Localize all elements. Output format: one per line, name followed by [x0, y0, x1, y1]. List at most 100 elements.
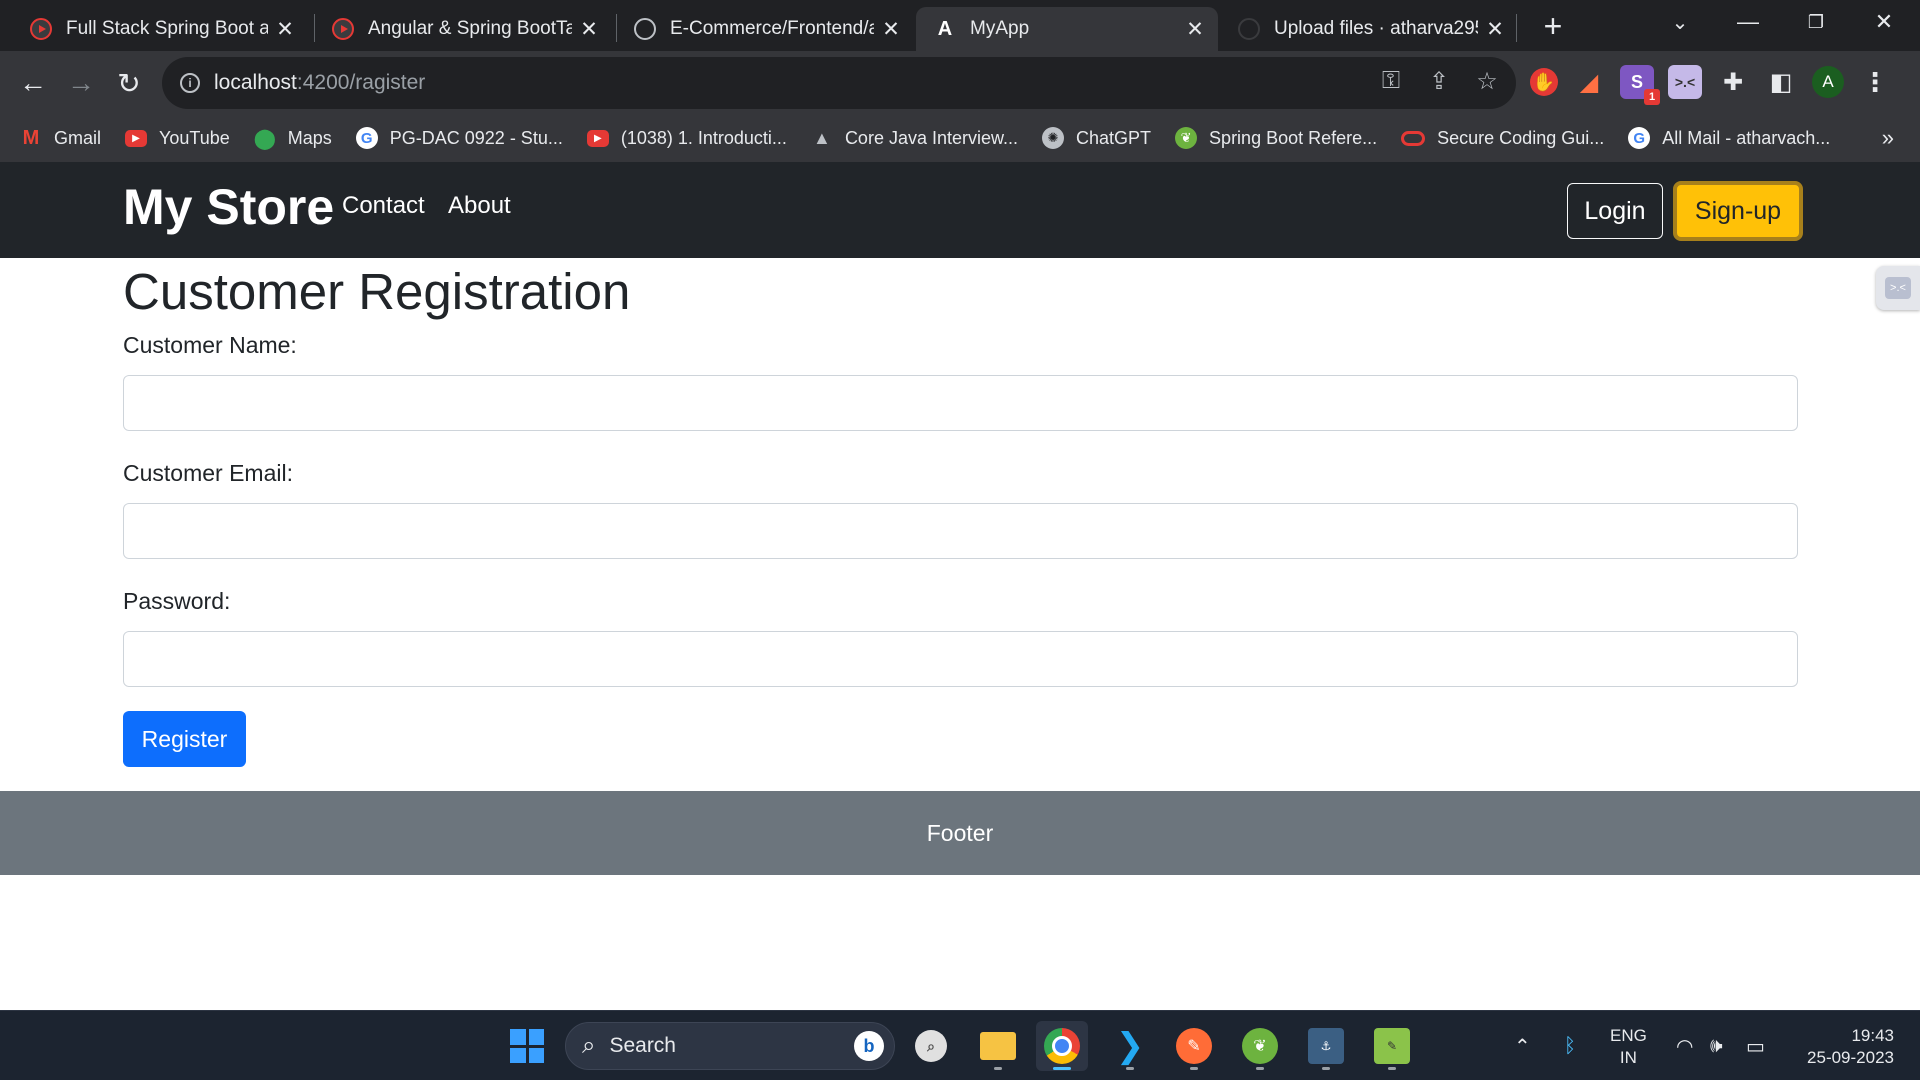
- close-icon[interactable]: ✕: [578, 17, 600, 42]
- running-indicator: [1053, 1067, 1071, 1070]
- window-close-icon[interactable]: ✕: [1852, 0, 1916, 44]
- taskbar-cortana[interactable]: ⌕: [905, 1021, 957, 1071]
- tab-myapp[interactable]: A MyApp ✕: [916, 7, 1218, 51]
- running-indicator: [1256, 1067, 1264, 1070]
- bing-icon[interactable]: b: [854, 1031, 884, 1061]
- tab-title: E-Commerce/Frontend/ap: [670, 18, 874, 39]
- side-panel-icon[interactable]: ◧: [1764, 65, 1798, 99]
- tab-title: Angular & Spring BootTas: [368, 18, 572, 39]
- gmail-icon: M: [22, 126, 40, 149]
- bookmark-spring-boot[interactable]: ❦ Spring Boot Refere...: [1175, 127, 1377, 149]
- taskbar-mysql-workbench[interactable]: ⚓: [1300, 1021, 1352, 1071]
- customer-email-label: Customer Email:: [123, 460, 293, 486]
- clock-date: 25-09-2023: [1807, 1048, 1894, 1067]
- running-indicator: [1126, 1067, 1134, 1070]
- new-tab-button[interactable]: +: [1535, 8, 1571, 44]
- windows-start-icon[interactable]: [510, 1029, 544, 1063]
- nav-link-about[interactable]: About: [448, 192, 511, 220]
- close-icon[interactable]: ✕: [1484, 17, 1506, 42]
- login-button[interactable]: Login: [1567, 183, 1663, 239]
- taskbar-postman[interactable]: ✎: [1168, 1021, 1220, 1071]
- adblock-extension-icon[interactable]: ✋: [1530, 68, 1558, 96]
- chatgpt-icon: ✺: [1042, 127, 1065, 149]
- loading-icon: [1238, 18, 1260, 40]
- extension-orange-icon[interactable]: ◢: [1572, 65, 1606, 99]
- customer-name-input[interactable]: [123, 375, 1798, 431]
- back-icon[interactable]: ←: [13, 63, 53, 103]
- close-icon[interactable]: ✕: [1184, 17, 1206, 42]
- taskbar-vscode[interactable]: ❯: [1104, 1021, 1156, 1071]
- bookmark-core-java[interactable]: ▲ Core Java Interview...: [811, 127, 1018, 149]
- extensions-puzzle-icon[interactable]: ✚: [1716, 65, 1750, 99]
- tab-angular-spring-boot[interactable]: Angular & Spring BootTas ✕: [314, 7, 612, 51]
- bookmark-gmail[interactable]: M Gmail: [20, 127, 101, 149]
- close-icon[interactable]: ✕: [880, 17, 902, 42]
- taskbar-notepad[interactable]: ✎: [1366, 1021, 1418, 1071]
- url-path: :4200/ragister: [296, 71, 426, 94]
- wifi-icon[interactable]: ◠: [1676, 1011, 1693, 1081]
- extension-image-icon[interactable]: >.<: [1668, 65, 1702, 99]
- bookmark-youtube[interactable]: ▶ YouTube: [125, 128, 230, 149]
- bookmark-maps[interactable]: ⬤ Maps: [254, 127, 332, 150]
- tab-title: Full Stack Spring Boot and: [66, 18, 268, 39]
- restore-icon[interactable]: ❐: [1784, 0, 1848, 44]
- forward-icon[interactable]: →: [61, 63, 101, 103]
- youtube-icon: [30, 18, 52, 40]
- nav-link-contact[interactable]: Contact: [342, 192, 425, 220]
- bookmark-label: All Mail - atharvach...: [1662, 127, 1831, 148]
- signup-button[interactable]: Sign-up: [1673, 181, 1803, 241]
- show-hidden-icons-icon[interactable]: ⌃: [1514, 1011, 1531, 1081]
- customer-email-input[interactable]: [123, 503, 1798, 559]
- bookmark-label: Maps: [287, 127, 332, 148]
- url-text[interactable]: localhost:4200/ragister: [214, 71, 425, 95]
- more-bookmarks-icon[interactable]: »: [1882, 125, 1894, 151]
- share-icon[interactable]: ⇪: [1424, 67, 1454, 96]
- vscode-icon: ❯: [1115, 1027, 1145, 1065]
- bluetooth-icon[interactable]: ᛒ: [1564, 1011, 1576, 1081]
- cortana-icon: ⌕: [915, 1030, 947, 1062]
- minimize-icon[interactable]: —: [1716, 0, 1780, 44]
- register-button[interactable]: Register: [123, 711, 246, 767]
- browser-toolbar: ← → ↻ i localhost:4200/ragister ⚿ ⇪ ☆ ✋ …: [0, 51, 1920, 114]
- bookmark-secure-coding[interactable]: Secure Coding Gui...: [1401, 128, 1604, 149]
- address-bar[interactable]: i localhost:4200/ragister ⚿ ⇪ ☆: [162, 57, 1516, 109]
- bookmark-label: Spring Boot Refere...: [1209, 127, 1378, 148]
- language-region: IN: [1619, 1048, 1637, 1067]
- tab-title: MyApp: [970, 18, 1030, 39]
- folder-icon: [980, 1032, 1016, 1060]
- language-indicator[interactable]: ENG IN: [1610, 1025, 1647, 1069]
- close-icon[interactable]: ✕: [274, 17, 296, 42]
- chrome-icon: [1044, 1028, 1080, 1064]
- key-icon[interactable]: ⚿: [1376, 67, 1406, 96]
- search-icon: ⌕: [582, 1032, 596, 1059]
- tab-full-stack-spring-boot[interactable]: Full Stack Spring Boot and ✕: [12, 7, 308, 51]
- spring-icon: ❦: [1242, 1028, 1278, 1064]
- running-indicator: [1190, 1067, 1198, 1070]
- site-info-icon[interactable]: i: [180, 73, 200, 93]
- taskbar-chrome[interactable]: [1036, 1021, 1088, 1071]
- reload-icon[interactable]: ↻: [109, 63, 149, 103]
- taskbar-clock[interactable]: 19:43 25-09-2023: [1794, 1025, 1894, 1069]
- menu-kebab-icon[interactable]: ⋮: [1858, 65, 1892, 99]
- taskbar-file-explorer[interactable]: [972, 1021, 1024, 1071]
- battery-icon[interactable]: ▭: [1746, 1011, 1765, 1081]
- extension-s-icon[interactable]: S1: [1620, 65, 1660, 105]
- bookmark-introduction[interactable]: ▶ (1038) 1. Introducti...: [586, 128, 787, 149]
- brand-logo[interactable]: My Store: [123, 178, 334, 236]
- spring-icon: ❦: [1175, 127, 1198, 149]
- bookmark-chatgpt[interactable]: ✺ ChatGPT: [1042, 127, 1151, 149]
- volume-icon[interactable]: 🕪: [1710, 1011, 1723, 1081]
- tab-search-icon[interactable]: ⌄: [1648, 0, 1712, 44]
- angular-icon: A: [937, 17, 953, 40]
- tab-ecommerce-frontend[interactable]: E-Commerce/Frontend/ap ✕: [616, 7, 914, 51]
- bookmark-star-icon[interactable]: ☆: [1472, 67, 1502, 96]
- taskbar-spring-tool-suite[interactable]: ❦: [1234, 1021, 1286, 1071]
- bookmark-pg-dac[interactable]: G PG-DAC 0922 - Stu...: [355, 127, 563, 149]
- password-input[interactable]: [123, 631, 1798, 687]
- profile-avatar[interactable]: A: [1812, 66, 1844, 98]
- floating-extension-widget[interactable]: >.<: [1876, 266, 1920, 310]
- tab-upload-files[interactable]: Upload files · atharva295/ ✕: [1220, 7, 1518, 51]
- taskbar-search[interactable]: ⌕ Search b: [565, 1022, 895, 1070]
- web-page: My Store Contact About Login Sign-up >.<…: [0, 162, 1920, 1010]
- bookmark-all-mail[interactable]: G All Mail - atharvach...: [1628, 127, 1830, 149]
